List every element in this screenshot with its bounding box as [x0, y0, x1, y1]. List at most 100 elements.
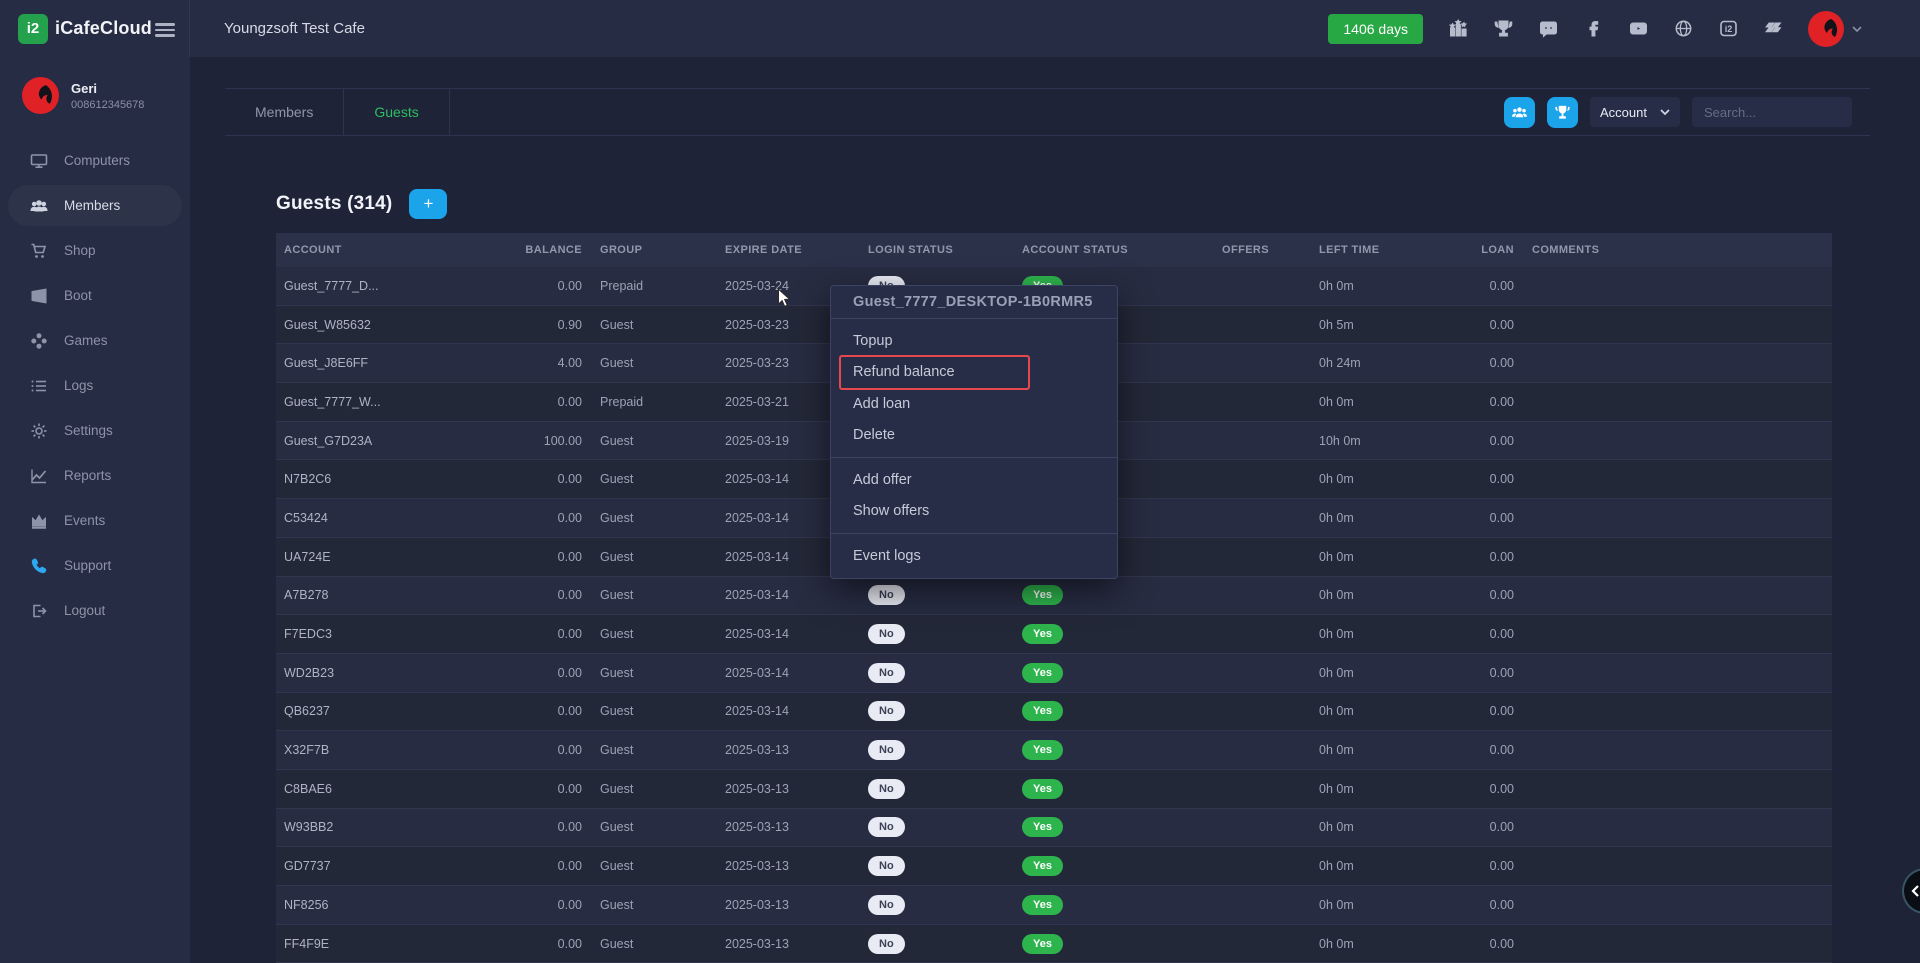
sidebar-item-shop[interactable]: Shop	[0, 228, 190, 273]
left-time-cell: 0h 0m	[1301, 704, 1466, 718]
balance-cell: 0.00	[524, 782, 582, 796]
svg-text:i2: i2	[1724, 24, 1732, 34]
table-row[interactable]: NF82560.00Guest2025-03-13NoYes0h 0m0.00	[276, 886, 1832, 925]
discord-icon[interactable]	[1538, 19, 1558, 39]
trophy-icon[interactable]	[1493, 19, 1513, 39]
search-input[interactable]	[1692, 97, 1852, 127]
icafe-icon[interactable]: i2	[1718, 19, 1738, 39]
loan-cell: 0.00	[1466, 279, 1514, 293]
tab-bar: MembersGuests	[225, 89, 450, 135]
group-cell: Prepaid	[582, 395, 707, 409]
sidebar-item-settings[interactable]: Settings	[0, 408, 190, 453]
group-cell: Guest	[582, 666, 707, 680]
table-row[interactable]: F7EDC30.00Guest2025-03-14NoYes0h 0m0.00	[276, 615, 1832, 654]
context-menu-item-add-offer[interactable]: Add offer	[831, 464, 1117, 496]
column-header-loan: LOAN	[1466, 244, 1514, 256]
account-status-cell: Yes	[1004, 895, 1204, 915]
logo[interactable]: i2 iCafeCloud	[0, 0, 190, 57]
license-days-badge[interactable]: 1406 days	[1328, 14, 1423, 44]
youtube-icon[interactable]	[1628, 19, 1648, 39]
table-row[interactable]: W93BB20.00Guest2025-03-13NoYes0h 0m0.00	[276, 809, 1832, 848]
account-cell: Guest_7777_D...	[276, 279, 524, 293]
context-menu-item-add-loan[interactable]: Add loan	[831, 388, 1117, 420]
toolbar-controls: Account	[1504, 97, 1852, 128]
sidebar-item-computers[interactable]: Computers	[0, 138, 190, 183]
account-status-cell: Yes	[1004, 701, 1204, 721]
facebook-icon[interactable]	[1583, 19, 1603, 39]
expire-date-cell: 2025-03-13	[707, 820, 850, 834]
loan-cell: 0.00	[1466, 434, 1514, 448]
sidebar-item-reports[interactable]: Reports	[0, 453, 190, 498]
account-cell: W93BB2	[276, 820, 524, 834]
context-menu-item-refund-balance[interactable]: Refund balance	[831, 357, 1117, 389]
users-icon	[1511, 104, 1528, 121]
account-menu-button[interactable]	[1808, 11, 1862, 47]
sidebar-item-support[interactable]: Support	[0, 543, 190, 588]
login-status-pill: No	[868, 934, 905, 954]
table-row[interactable]: X32F7B0.00Guest2025-03-13NoYes0h 0m0.00	[276, 731, 1832, 770]
tab-guests[interactable]: Guests	[344, 89, 449, 135]
context-menu-item-delete[interactable]: Delete	[831, 420, 1117, 452]
sidebar-item-games[interactable]: Games	[0, 318, 190, 363]
left-time-cell: 10h 0m	[1301, 434, 1466, 448]
context-menu-item-topup[interactable]: Topup	[831, 325, 1117, 357]
members-filter-button[interactable]	[1504, 97, 1535, 128]
column-header-left-time: LEFT TIME	[1301, 244, 1466, 256]
expire-date-cell: 2025-03-23	[707, 356, 850, 370]
table-row[interactable]: QB62370.00Guest2025-03-14NoYes0h 0m0.00	[276, 693, 1832, 732]
login-status-cell: No	[850, 817, 1004, 837]
sidebar-item-members[interactable]: Members	[0, 183, 190, 228]
left-time-cell: 0h 0m	[1301, 511, 1466, 525]
group-cell: Guest	[582, 318, 707, 332]
guests-heading-row: Guests (314) +	[276, 189, 447, 219]
group-cell: Prepaid	[582, 279, 707, 293]
expire-date-cell: 2025-03-14	[707, 666, 850, 680]
table-row[interactable]: WD2B230.00Guest2025-03-14NoYes0h 0m0.00	[276, 654, 1832, 693]
account-cell: WD2B23	[276, 666, 524, 680]
add-guest-button[interactable]: +	[409, 189, 447, 219]
expire-date-cell: 2025-03-13	[707, 898, 850, 912]
sidebar-item-logs[interactable]: Logs	[0, 363, 190, 408]
login-status-cell: No	[850, 856, 1004, 876]
crown-icon	[30, 512, 48, 530]
expire-date-cell: 2025-03-14	[707, 588, 850, 602]
account-cell: UA724E	[276, 550, 524, 564]
menu-toggle-button[interactable]	[155, 20, 175, 40]
group-cell: Guest	[582, 434, 707, 448]
layers-icon[interactable]	[1763, 19, 1783, 39]
sidebar-item-logout[interactable]: Logout	[0, 588, 190, 633]
globe-icon[interactable]	[1673, 19, 1693, 39]
context-menu-item-event-logs[interactable]: Event logs	[831, 540, 1117, 572]
sidebar-item-label: Logout	[64, 603, 105, 618]
list-icon	[30, 377, 48, 395]
gamepad-icon	[30, 332, 48, 350]
offers-filter-button[interactable]	[1547, 97, 1578, 128]
column-header-account-status: ACCOUNT STATUS	[1004, 244, 1204, 256]
expire-date-cell: 2025-03-13	[707, 782, 850, 796]
balance-cell: 0.00	[524, 704, 582, 718]
search-field-select[interactable]: Account	[1590, 97, 1680, 127]
context-menu-group: Add offerShow offers	[831, 458, 1117, 534]
column-header-comments: COMMENTS	[1514, 244, 1832, 256]
context-menu-item-show-offers[interactable]: Show offers	[831, 496, 1117, 528]
context-menu-group: Event logs	[831, 534, 1117, 578]
table-row[interactable]: C8BAE60.00Guest2025-03-13NoYes0h 0m0.00	[276, 770, 1832, 809]
sidebar-item-events[interactable]: Events	[0, 498, 190, 543]
podium-icon[interactable]	[1448, 19, 1468, 39]
table-row[interactable]: GD77370.00Guest2025-03-13NoYes0h 0m0.00	[276, 847, 1832, 886]
table-row[interactable]: A7B2780.00Guest2025-03-14NoYes0h 0m0.00	[276, 577, 1832, 616]
tab-members[interactable]: Members	[225, 89, 344, 135]
loan-cell: 0.00	[1466, 704, 1514, 718]
table-row[interactable]: FF4F9E0.00Guest2025-03-13NoYes0h 0m0.00	[276, 925, 1832, 963]
sidebar-item-label: Logs	[64, 378, 93, 393]
login-status-pill: No	[868, 740, 905, 760]
left-time-cell: 0h 24m	[1301, 356, 1466, 370]
loan-cell: 0.00	[1466, 859, 1514, 873]
login-status-pill: No	[868, 817, 905, 837]
sidebar-item-boot[interactable]: Boot	[0, 273, 190, 318]
login-status-pill: No	[868, 895, 905, 915]
group-cell: Guest	[582, 898, 707, 912]
account-cell: GD7737	[276, 859, 524, 873]
loan-cell: 0.00	[1466, 666, 1514, 680]
expire-date-cell: 2025-03-13	[707, 743, 850, 757]
